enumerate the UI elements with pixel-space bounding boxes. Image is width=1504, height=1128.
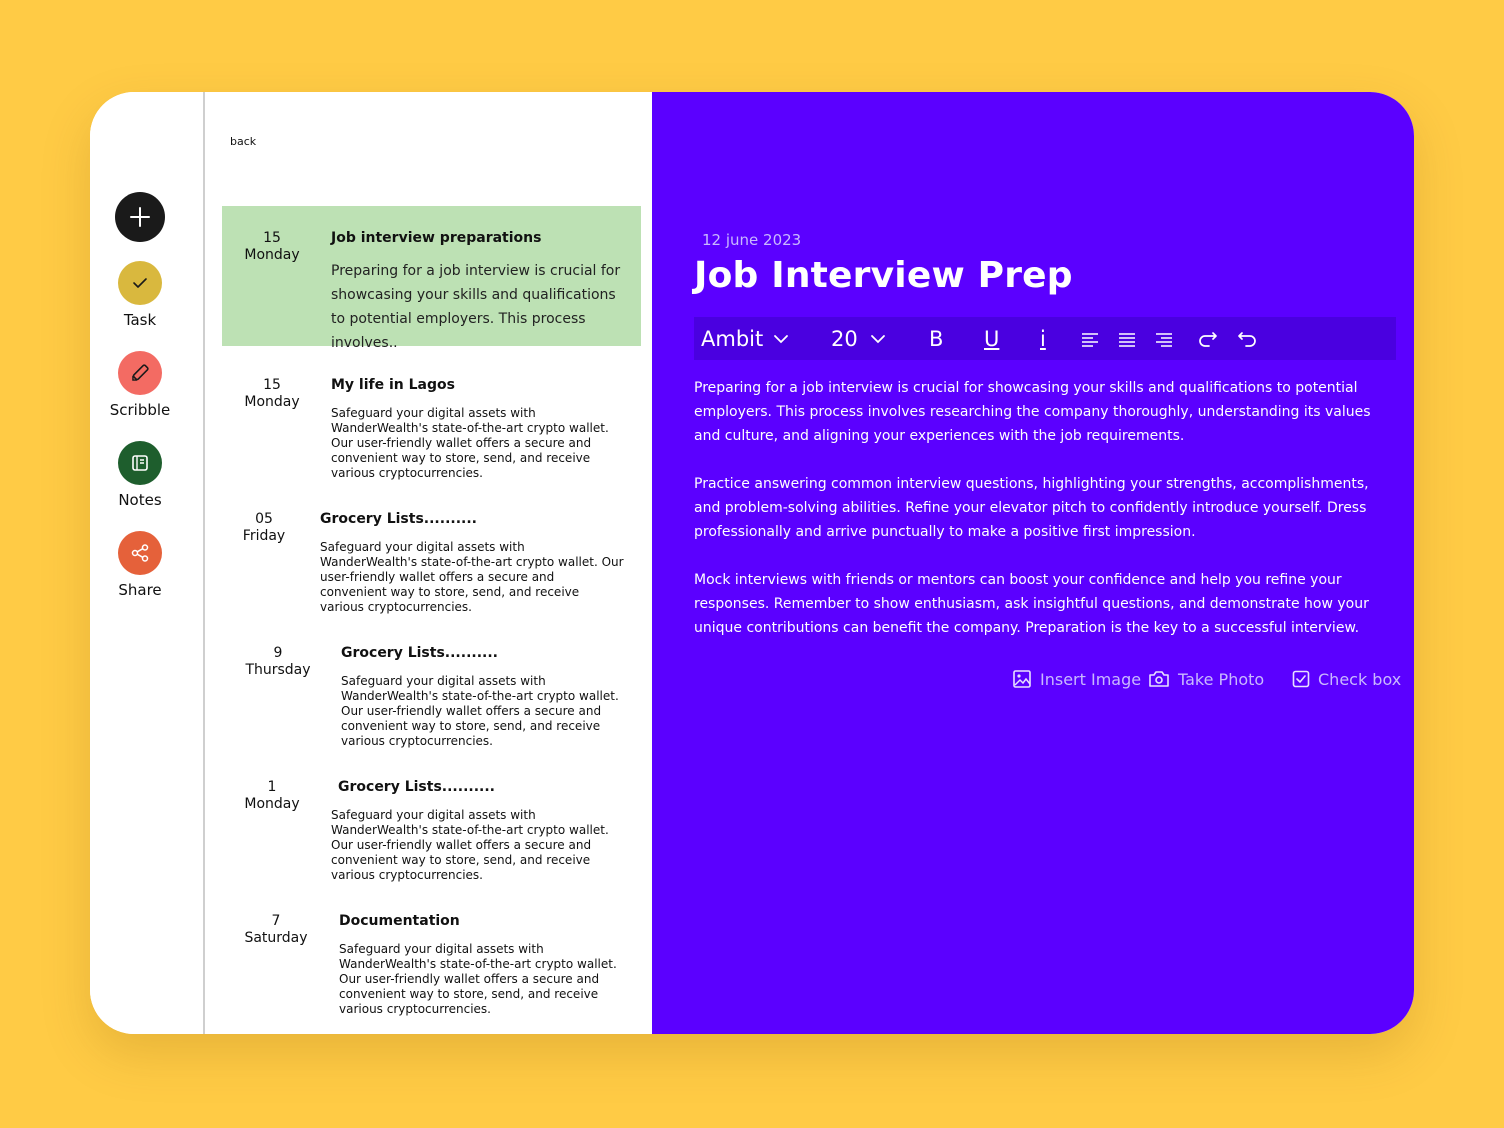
note-date: 9 Thursday: [236, 645, 320, 679]
note-title: Grocery Lists..........: [341, 645, 498, 661]
note-date: 15 Monday: [230, 377, 314, 411]
align-left-button[interactable]: [1080, 317, 1100, 360]
note-paragraph: Practice answering common interview ques…: [694, 476, 1369, 540]
note-preview: Safeguard your digital assets with Wande…: [320, 540, 624, 614]
italic-button[interactable]: i: [1040, 317, 1046, 360]
note-list: back 15 Monday Job interview preparation…: [205, 92, 652, 1034]
check-box-label: Check box: [1318, 669, 1402, 689]
app-window: Task Scribble Notes Share back 15 Monday…: [90, 92, 1414, 1034]
chevron-down-icon: [870, 334, 885, 343]
chevron-down-icon: [774, 334, 789, 343]
note-preview: Safeguard your digital assets with Wande…: [341, 674, 619, 748]
underline-button[interactable]: U: [984, 317, 999, 360]
note-paragraph: Preparing for a job interview is crucial…: [694, 380, 1371, 444]
note-title: Job interview preparations: [331, 230, 542, 246]
list-item[interactable]: 9 Thursday Grocery Lists.......... Safeg…: [222, 630, 641, 748]
note-weekday: Monday: [244, 247, 300, 263]
image-icon: [1013, 670, 1031, 688]
take-photo-button[interactable]: Take Photo: [1148, 667, 1264, 691]
redo-icon: [1199, 331, 1217, 347]
note-date: 7 Saturday: [234, 913, 318, 947]
note-day: 15: [263, 377, 281, 393]
note-day: 9: [273, 645, 283, 661]
page-title[interactable]: Job Interview Prep: [694, 255, 1073, 296]
note-weekday: Thursday: [245, 662, 311, 678]
take-photo-label: Take Photo: [1178, 669, 1265, 689]
sidebar-item-label: Task: [123, 311, 157, 329]
check-box-button[interactable]: Check box: [1292, 667, 1401, 691]
align-right-button[interactable]: [1154, 317, 1174, 360]
camera-icon: [1149, 671, 1169, 687]
note-preview: Safeguard your digital assets with Wande…: [339, 942, 617, 1016]
sidebar-item-label: Notes: [118, 491, 162, 509]
list-item[interactable]: 7 Saturday Documentation Safeguard your …: [222, 898, 641, 1016]
font-family-value: Ambit: [701, 326, 764, 351]
note-weekday: Monday: [244, 394, 300, 410]
align-center-button[interactable]: [1117, 317, 1137, 360]
checkbox-icon: [1292, 670, 1310, 688]
note-body[interactable]: Preparing for a job interview is crucial…: [694, 376, 1399, 664]
note-date: 12 june 2023: [702, 231, 802, 249]
font-size-value: 20: [831, 326, 858, 351]
sidebar-item-task[interactable]: Task: [90, 261, 190, 329]
note-preview: Safeguard your digital assets with Wande…: [331, 406, 609, 480]
note-date: 1 Monday: [230, 779, 314, 813]
sidebar-item-label: Scribble: [109, 401, 171, 419]
pencil-icon: [118, 351, 162, 395]
note-weekday: Monday: [244, 796, 300, 812]
add-note-button[interactable]: [90, 192, 190, 242]
sidebar-item-share[interactable]: Share: [90, 531, 190, 599]
note-editor: 12 june 2023 Job Interview Prep Ambit 20…: [652, 92, 1414, 1034]
share-icon: [118, 531, 162, 575]
format-toolbar: Ambit 20 B U i: [694, 317, 1396, 360]
insert-image-button[interactable]: Insert Image: [1012, 667, 1141, 691]
align-justify-icon: [1119, 332, 1135, 347]
sidebar-item-notes[interactable]: Notes: [90, 441, 190, 509]
font-size-select[interactable]: 20: [831, 317, 886, 360]
note-title: Documentation: [339, 913, 460, 929]
bold-button[interactable]: B: [929, 317, 943, 360]
list-item[interactable]: 05 Friday Grocery Lists.......... Safegu…: [222, 496, 641, 614]
undo-button[interactable]: [1236, 317, 1258, 360]
plus-icon: [115, 192, 165, 242]
list-item[interactable]: 15 Monday My life in Lagos Safeguard you…: [222, 362, 641, 480]
back-link[interactable]: back: [230, 135, 256, 148]
check-icon: [118, 261, 162, 305]
sidebar: Task Scribble Notes Share: [90, 92, 205, 1034]
note-date: 15 Monday: [230, 230, 314, 264]
note-weekday: Friday: [242, 528, 286, 544]
list-item[interactable]: 15 Monday Job interview preparations Pre…: [222, 206, 641, 351]
note-title: Grocery Lists..........: [320, 511, 477, 527]
note-paragraph: Mock interviews with friends or mentors …: [694, 572, 1369, 636]
note-day: 1: [267, 779, 277, 795]
note-title: Grocery Lists..........: [338, 779, 495, 795]
note-weekday: Saturday: [244, 930, 308, 946]
align-left-icon: [1082, 332, 1098, 347]
note-day: 15: [263, 230, 281, 246]
note-preview: Safeguard your digital assets with Wande…: [331, 808, 609, 882]
note-day: 05: [255, 511, 273, 527]
sidebar-item-label: Share: [118, 581, 162, 599]
sidebar-item-scribble[interactable]: Scribble: [90, 351, 190, 419]
note-title: My life in Lagos: [331, 377, 455, 393]
font-family-select[interactable]: Ambit: [701, 317, 789, 360]
list-item[interactable]: 1 Monday Grocery Lists.......... Safegua…: [222, 764, 641, 882]
undo-icon: [1238, 331, 1256, 347]
note-preview: Preparing for a job interview is crucial…: [331, 263, 621, 351]
note-date: 05 Friday: [222, 511, 306, 545]
note-day: 7: [271, 913, 281, 929]
notebook-icon: [118, 441, 162, 485]
redo-button[interactable]: [1197, 317, 1219, 360]
insert-image-label: Insert Image: [1040, 669, 1142, 689]
align-right-icon: [1156, 332, 1172, 347]
